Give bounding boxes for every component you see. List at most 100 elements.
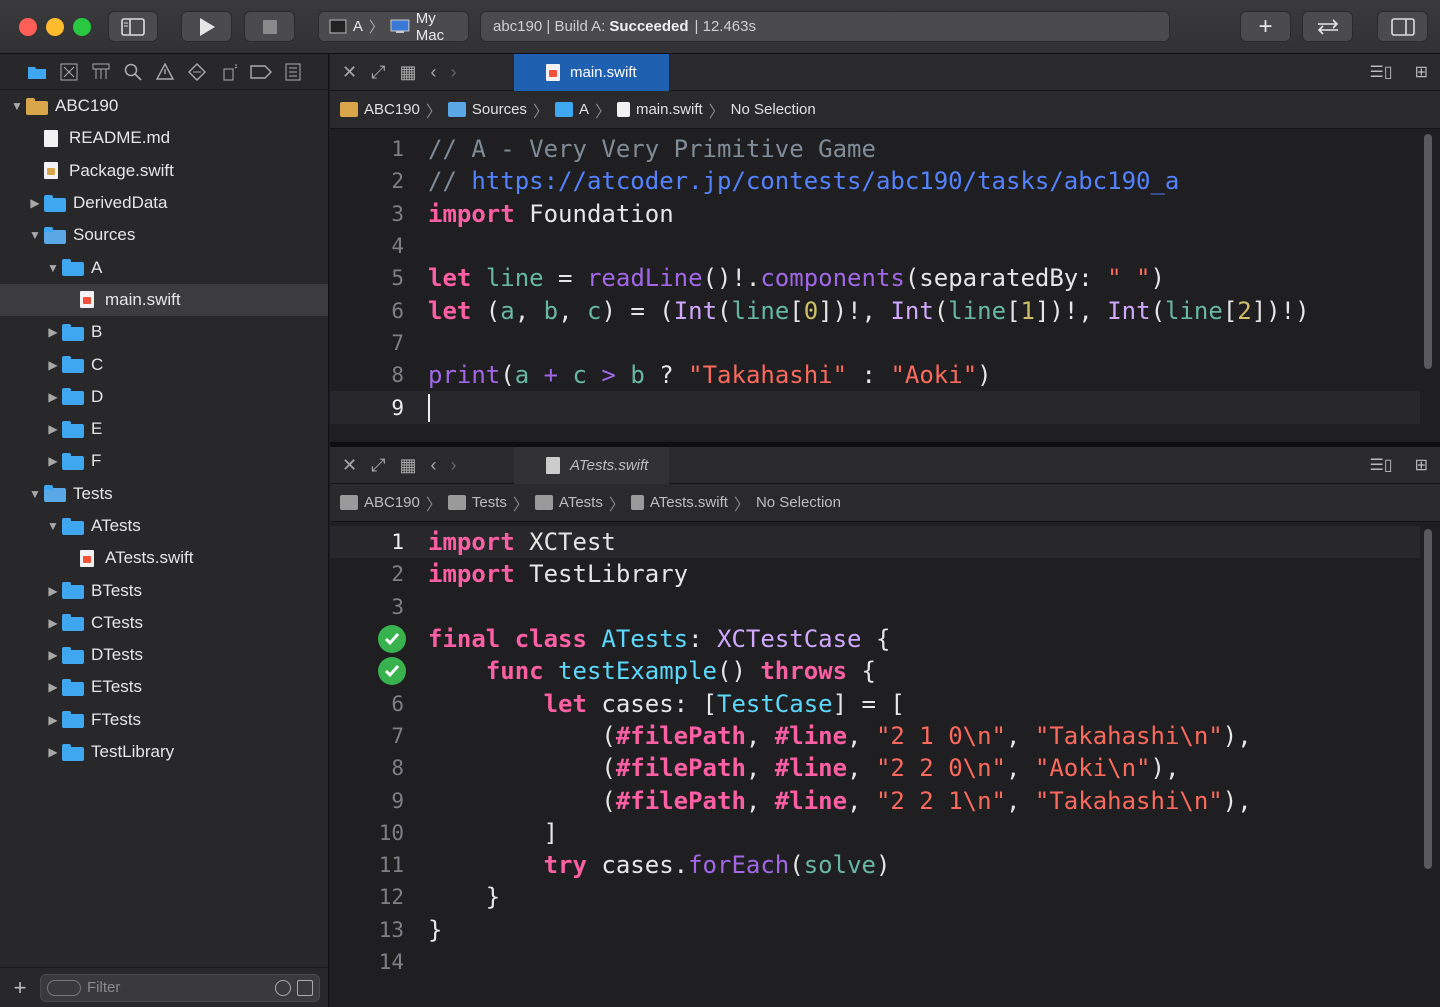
editor-options-icon[interactable]: ☰▯ <box>1369 455 1392 475</box>
tree-row[interactable]: ▶ DTests <box>0 639 328 671</box>
folder-icon[interactable] <box>26 61 48 83</box>
disclosure-open-icon[interactable]: ▼ <box>26 228 44 242</box>
tab-main-swift[interactable]: main.swift <box>514 54 669 91</box>
disclosure-closed-icon[interactable]: ▶ <box>44 648 62 662</box>
code-area[interactable]: 1 // A - Very Very Primitive Game 2 // http… <box>330 133 1420 424</box>
toggle-navigator-button[interactable] <box>108 11 158 42</box>
clock-icon[interactable] <box>275 979 291 996</box>
stop-button[interactable] <box>244 11 295 42</box>
chevron-left-icon[interactable]: ‹ <box>431 62 437 83</box>
disclosure-open-icon[interactable]: ▼ <box>44 261 62 275</box>
tree-row[interactable]: ▼ ABC190 <box>0 90 328 122</box>
disclosure-closed-icon[interactable]: ▶ <box>44 454 62 468</box>
disclosure-closed-icon[interactable]: ▶ <box>44 358 62 372</box>
disclosure-open-icon[interactable]: ▼ <box>8 99 26 113</box>
expand-icon[interactable]: ⤢ <box>371 455 385 476</box>
add-editor-icon[interactable]: ⊞ <box>1415 455 1428 475</box>
disclosure-closed-icon[interactable]: ▶ <box>44 584 62 598</box>
jump-bar-item[interactable]: ABC190 <box>364 494 420 511</box>
editor-options-icon[interactable]: ☰▯ <box>1369 62 1392 82</box>
scheme-selector[interactable]: A 〉 My Mac <box>318 10 469 44</box>
tree-row[interactable]: ▼ Tests <box>0 478 328 510</box>
filter-options-icon[interactable] <box>47 979 81 996</box>
disclosure-closed-icon[interactable]: ▶ <box>44 325 62 339</box>
tree-row[interactable]: ▶ TestLibrary <box>0 736 328 768</box>
related-items-icon[interactable]: ▦ <box>400 455 417 476</box>
tree-row[interactable]: Package.swift <box>0 155 328 187</box>
add-square-icon[interactable] <box>297 979 313 996</box>
breakpoint-icon[interactable] <box>250 61 272 83</box>
tree-row[interactable]: ▶ E <box>0 413 328 445</box>
tree-row[interactable]: main.swift <box>0 283 328 317</box>
scrollbar[interactable] <box>1424 134 1432 369</box>
tree-row[interactable]: ▼ Sources <box>0 219 328 251</box>
disclosure-closed-icon[interactable]: ▶ <box>26 196 44 210</box>
tree-row[interactable]: ▶ CTests <box>0 607 328 639</box>
expand-icon[interactable]: ⤢ <box>371 62 385 83</box>
zoom-window-button[interactable] <box>73 18 91 36</box>
disclosure-closed-icon[interactable]: ▶ <box>44 390 62 404</box>
disclosure-open-icon[interactable]: ▼ <box>44 519 62 533</box>
chevron-left-icon[interactable]: ‹ <box>431 455 437 476</box>
disclosure-closed-icon[interactable]: ▶ <box>44 616 62 630</box>
tree-row[interactable]: ▶ DerivedData <box>0 187 328 219</box>
jump-bar-item[interactable]: ATests.swift <box>650 494 728 511</box>
close-icon[interactable]: ✕ <box>342 62 357 83</box>
tree-row[interactable]: ▶ ETests <box>0 671 328 703</box>
search-icon[interactable] <box>122 61 144 83</box>
tree-row[interactable]: ▶ BTests <box>0 574 328 606</box>
code-token: line <box>485 264 544 293</box>
chevron-right-icon[interactable]: › <box>451 62 457 83</box>
test-diamond-icon[interactable] <box>186 61 208 83</box>
disclosure-closed-icon[interactable]: ▶ <box>44 745 62 759</box>
add-editor-icon[interactable]: ⊞ <box>1415 62 1428 82</box>
jump-bar-item[interactable]: No Selection <box>756 494 841 511</box>
chevron-right-icon[interactable]: › <box>451 455 457 476</box>
tree-row[interactable]: ▼ A <box>0 251 328 283</box>
tree-row[interactable]: ▶ F <box>0 445 328 477</box>
toggle-inspector-button[interactable] <box>1377 11 1428 42</box>
disclosure-closed-icon[interactable]: ▶ <box>44 680 62 694</box>
tab-atests-swift[interactable]: ATests.swift <box>514 447 669 484</box>
code-review-button[interactable] <box>1302 11 1353 42</box>
editor-controls: ✕ ⤢ ▦ ‹ › <box>330 455 457 476</box>
filter-field[interactable]: Filter <box>40 973 320 1002</box>
code-token: : <box>847 361 891 390</box>
related-items-icon[interactable]: ▦ <box>400 62 417 83</box>
jump-bar-item[interactable]: ATests <box>559 494 603 511</box>
debug-spray-icon[interactable] <box>218 61 240 83</box>
tree-row[interactable]: ▶ C <box>0 348 328 380</box>
jump-bar-item[interactable]: Tests <box>472 494 507 511</box>
code-area[interactable]: 1 import XCTest 2 import TestLibrary 3 final … <box>330 526 1420 978</box>
tree-row[interactable]: ▶ B <box>0 316 328 348</box>
jump-bar-item[interactable]: ABC190 <box>364 101 420 118</box>
scrollbar[interactable] <box>1424 529 1432 869</box>
jump-bar-item[interactable]: No Selection <box>731 101 816 118</box>
disclosure-closed-icon[interactable]: ▶ <box>44 422 62 436</box>
run-button[interactable] <box>181 11 232 42</box>
tree-row[interactable]: ▼ ATests <box>0 510 328 542</box>
close-icon[interactable]: ✕ <box>342 455 357 476</box>
disclosure-open-icon[interactable]: ▼ <box>26 487 44 501</box>
add-file-button[interactable]: + <box>0 975 40 1001</box>
tree-row[interactable]: ▶ D <box>0 381 328 413</box>
report-icon[interactable] <box>282 61 304 83</box>
jump-bar-item[interactable]: main.swift <box>636 101 703 118</box>
jump-bar-item[interactable]: A <box>579 101 589 118</box>
test-passed-icon[interactable] <box>378 625 406 654</box>
tree-row[interactable]: ATests.swift <box>0 542 328 574</box>
symbol-hierarchy-icon[interactable] <box>90 61 112 83</box>
tree-row[interactable]: README.md <box>0 122 328 154</box>
source-control-icon[interactable] <box>58 61 80 83</box>
library-button[interactable]: + <box>1240 11 1291 42</box>
jump-bar-item[interactable]: Sources <box>472 101 527 118</box>
tree-row[interactable]: ▶ FTests <box>0 704 328 736</box>
minimize-window-button[interactable] <box>46 18 64 36</box>
code-token: ATests <box>601 625 689 654</box>
warning-icon[interactable] <box>154 61 176 83</box>
test-passed-icon[interactable] <box>378 657 406 686</box>
disclosure-closed-icon[interactable]: ▶ <box>44 713 62 727</box>
close-window-button[interactable] <box>19 18 37 36</box>
